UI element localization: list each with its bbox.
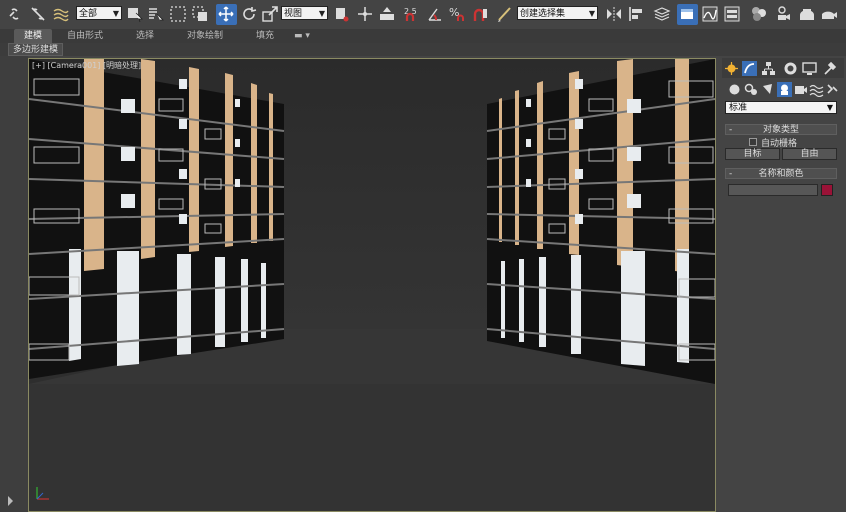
display-icon[interactable] <box>802 61 817 76</box>
create-icon[interactable] <box>724 61 739 76</box>
align-icon[interactable] <box>627 5 645 23</box>
tab-modeling[interactable]: 建模 <box>14 29 52 43</box>
category-dropdown[interactable]: 标准 ▼ <box>725 101 837 114</box>
unlink-icon[interactable] <box>29 5 47 23</box>
main-toolbar: 全部 ▼ 视图 ▼ 2.5 % 创建选择集 ▼ <box>0 0 846 30</box>
tab-populate[interactable]: 填充 <box>248 29 282 43</box>
reference-coordinate-value: 视图 <box>284 9 303 19</box>
expand-arrow-icon[interactable] <box>8 496 13 506</box>
ribbon-subbar: 多边形建模 <box>0 43 846 56</box>
ribbon-tabs: 建模 自由形式 选择 对象绘制 填充 ▬ ▾ <box>0 29 846 43</box>
cameras-icon[interactable] <box>777 82 792 97</box>
ribbon-options-button[interactable]: ▬ ▾ <box>290 29 314 43</box>
hierarchy-icon[interactable] <box>761 61 776 76</box>
polygon-modeling-tab[interactable]: 多边形建模 <box>8 43 64 56</box>
layer-manager-icon[interactable] <box>653 5 671 23</box>
spinner-snap-icon[interactable] <box>471 5 489 23</box>
render-setup-icon[interactable] <box>775 5 793 23</box>
render-icon[interactable] <box>820 5 838 23</box>
material-editor-icon[interactable] <box>750 5 768 23</box>
move-icon[interactable] <box>216 4 237 25</box>
selection-filter-value: 全部 <box>79 9 98 19</box>
viewport-label[interactable]: [+] [Camera001] [明暗处理] <box>32 60 141 71</box>
left-ribbon-bar <box>0 56 28 512</box>
select-by-name-icon[interactable] <box>147 5 165 23</box>
percent-snap-icon[interactable]: % <box>448 5 466 23</box>
object-name-field[interactable] <box>728 184 818 196</box>
bind-spacewarp-icon[interactable] <box>52 5 70 23</box>
ribbon-options-icon: ▬ ▾ <box>294 31 310 41</box>
spacewarps-icon[interactable] <box>809 82 824 97</box>
mirror-icon[interactable] <box>605 5 623 23</box>
object-type-rollout-header[interactable]: - 对象类型 <box>725 124 837 135</box>
selection-filter-select[interactable]: 全部 ▼ <box>76 6 122 20</box>
angle-snap-icon[interactable] <box>426 5 444 23</box>
tab-freeform[interactable]: 自由形式 <box>60 29 110 43</box>
shapes-icon[interactable] <box>744 82 759 97</box>
modify-icon[interactable] <box>742 61 757 76</box>
rendered-frame-icon[interactable] <box>798 5 816 23</box>
motion-icon[interactable] <box>783 61 798 76</box>
name-color-title: 名称和颜色 <box>758 169 804 179</box>
helpers-icon[interactable] <box>793 82 808 97</box>
object-type-title: 对象类型 <box>762 125 799 135</box>
lights-icon[interactable] <box>760 82 775 97</box>
selection-set-value: 创建选择集 <box>520 9 566 19</box>
edit-named-sets-icon[interactable] <box>496 5 514 23</box>
select-object-icon[interactable] <box>126 5 144 23</box>
autogrid-checkbox[interactable] <box>749 138 757 146</box>
window-crossing-icon[interactable] <box>191 5 209 23</box>
collapse-icon: - <box>729 169 733 179</box>
geometry-icon[interactable] <box>727 82 742 97</box>
chevron-down-icon: ▼ <box>826 103 833 112</box>
rotate-icon[interactable] <box>240 5 258 23</box>
schematic-view-icon[interactable] <box>723 5 741 23</box>
graphite-toggle-icon[interactable] <box>677 4 698 25</box>
camera-viewport[interactable]: [+] [Camera001] [明暗处理] <box>28 58 716 512</box>
systems-icon[interactable] <box>825 82 840 97</box>
rect-selection-icon[interactable] <box>169 5 187 23</box>
reference-coordinate-select[interactable]: 视图 ▼ <box>281 6 328 20</box>
name-color-rollout-header[interactable]: - 名称和颜色 <box>725 168 837 179</box>
link-icon[interactable] <box>6 5 24 23</box>
left-building <box>29 59 285 379</box>
scale-icon[interactable] <box>261 5 279 23</box>
selection-set-select[interactable]: 创建选择集 ▼ <box>517 6 598 20</box>
utilities-icon[interactable] <box>822 61 837 76</box>
tab-object-paint[interactable]: 对象绘制 <box>180 29 230 43</box>
pivot-icon[interactable] <box>333 5 351 23</box>
category-dropdown-value: 标准 <box>729 103 748 113</box>
curve-editor-icon[interactable] <box>701 5 719 23</box>
manipulate-icon[interactable] <box>356 5 374 23</box>
collapse-icon: - <box>729 125 733 135</box>
snap-toggle-icon[interactable]: 2.5 <box>403 5 423 23</box>
target-camera-button[interactable]: 目标 <box>725 148 780 160</box>
object-color-swatch[interactable] <box>821 184 833 196</box>
scene-render <box>29 59 715 511</box>
right-building <box>486 59 715 384</box>
free-camera-button[interactable]: 自由 <box>782 148 837 160</box>
keyboard-shortcut-icon[interactable] <box>378 5 396 23</box>
tab-selection[interactable]: 选择 <box>128 29 162 43</box>
